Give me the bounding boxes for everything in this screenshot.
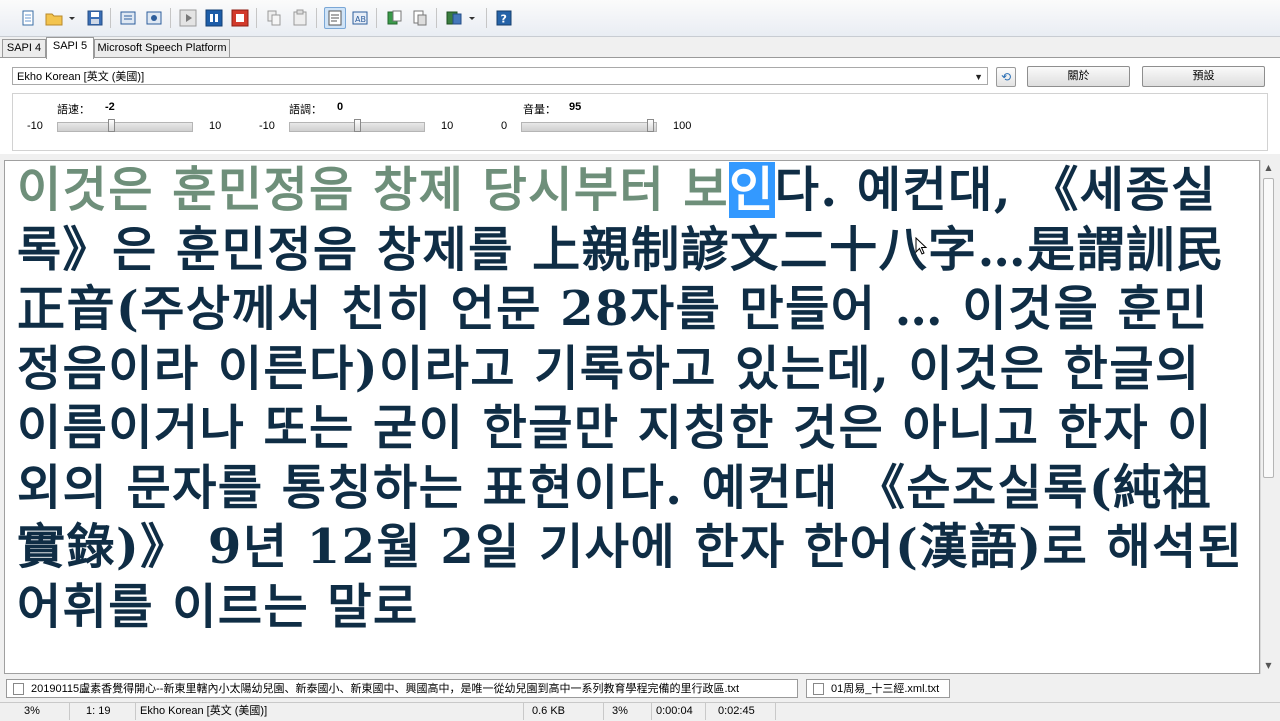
- status-voice: Ekho Korean [英文 (美國)]: [136, 703, 524, 720]
- text-file-icon: [13, 683, 24, 695]
- volume-min: 0: [501, 120, 508, 132]
- speed-slider-thumb[interactable]: [108, 119, 115, 132]
- stop-icon[interactable]: [230, 8, 250, 28]
- svg-text:AB: AB: [355, 15, 366, 24]
- status-percent: 3%: [0, 703, 70, 720]
- chevron-down-icon[interactable]: [466, 8, 478, 28]
- volume-value: 95: [569, 101, 582, 113]
- speed-label: 語速：: [57, 104, 90, 116]
- volume-slider-track[interactable]: [521, 122, 657, 132]
- volume-slider-thumb[interactable]: [647, 119, 654, 132]
- tab-sapi4[interactable]: SAPI 4: [2, 39, 46, 57]
- text-file-icon: [813, 683, 824, 695]
- paste-icon[interactable]: [290, 8, 310, 28]
- speed-slider-track[interactable]: [57, 122, 193, 132]
- doc-tab-1-label: 20190115盧素香覺得開心--新東里轄內小太陽幼兒園、新泰國小、新東國中、興…: [31, 683, 740, 695]
- status-elapsed: 0:00:04: [652, 703, 706, 720]
- save-icon[interactable]: [85, 8, 105, 28]
- tab-sapi5[interactable]: SAPI 5: [46, 37, 94, 59]
- pitch-label: 語調：: [289, 104, 322, 116]
- about-button[interactable]: 關於: [1027, 66, 1130, 87]
- toolbar: AB ?: [0, 0, 1280, 37]
- open-dropdown-icon[interactable]: [66, 8, 78, 28]
- export-icon[interactable]: [384, 8, 404, 28]
- status-bar: 3% 1: 19 Ekho Korean [英文 (美國)] 0.6 KB 3%…: [0, 702, 1280, 721]
- scrollbar-thumb[interactable]: [1263, 178, 1274, 478]
- svg-text:?: ?: [501, 13, 507, 26]
- vertical-scrollbar[interactable]: ▲ ▼: [1260, 160, 1276, 674]
- refresh-icon[interactable]: ⟲: [996, 67, 1016, 87]
- open-folder-icon[interactable]: [44, 8, 64, 28]
- status-progress: 3%: [604, 703, 652, 720]
- read-aloud-alt-icon[interactable]: [144, 8, 164, 28]
- import-icon[interactable]: [410, 8, 430, 28]
- mouse-pointer-icon: [915, 237, 928, 255]
- remaining-text: 다. 예컨대, 《세종실록》은 훈민정음 창제를 上親制諺文二十八字…是謂訓民正…: [17, 162, 1260, 635]
- clipboard-monitor-icon[interactable]: [444, 8, 464, 28]
- spoken-text: 이것은 훈민정음 창제 당시부터 보: [17, 162, 730, 218]
- scroll-down-icon[interactable]: ▼: [1261, 658, 1276, 674]
- voice-select[interactable]: Ekho Korean [英文 (美國)] ▼: [12, 67, 988, 85]
- read-aloud-icon[interactable]: [118, 8, 138, 28]
- default-button[interactable]: 預設: [1142, 66, 1265, 87]
- speed-value: -2: [105, 101, 115, 113]
- doc-tab-2[interactable]: 01周易_十三經.xml.txt: [806, 679, 950, 698]
- tab-microsoft-speech-platform[interactable]: Microsoft Speech Platform: [94, 39, 230, 57]
- document-tabs: 20190115盧素香覺得開心--新東里轄內小太陽幼兒園、新泰國小、新東國中、興…: [0, 676, 1280, 700]
- current-word-highlight: 인: [729, 162, 775, 218]
- chevron-down-icon: ▼: [974, 72, 983, 82]
- editor-text: 이것은 훈민정음 창제 당시부터 보인다. 예컨대, 《세종실록》은 훈민정음 …: [17, 161, 1253, 637]
- status-position: 1: 19: [70, 703, 136, 720]
- pitch-value: 0: [337, 101, 344, 113]
- text-view-icon[interactable]: [324, 7, 346, 29]
- doc-tab-1[interactable]: 20190115盧素香覺得開心--新東里轄內小太陽幼兒園、新泰國小、新東國中、興…: [6, 679, 798, 698]
- scroll-up-icon[interactable]: ▲: [1261, 160, 1276, 176]
- doc-tab-2-label: 01周易_十三經.xml.txt: [831, 683, 940, 695]
- new-file-icon[interactable]: [18, 8, 38, 28]
- engine-tabs: SAPI 4 SAPI 5 Microsoft Speech Platform: [0, 37, 1280, 59]
- speed-max: 10: [209, 120, 222, 132]
- volume-label: 音量：: [523, 104, 556, 116]
- help-icon[interactable]: ?: [494, 8, 514, 28]
- voice-panel: Ekho Korean [英文 (美國)] ▼ ⟲ 關於 預設 語速： -2 -…: [0, 58, 1280, 154]
- play-icon[interactable]: [178, 8, 198, 28]
- pause-icon[interactable]: [204, 8, 224, 28]
- copy-icon[interactable]: [264, 8, 284, 28]
- pitch-min: -10: [259, 120, 275, 132]
- pitch-slider-thumb[interactable]: [354, 119, 361, 132]
- volume-max: 100: [673, 120, 692, 132]
- voice-settings-group: 語速： -2 -10 10 語調： 0 -10 10 音量： 95 0 100: [12, 93, 1268, 151]
- speed-min: -10: [27, 120, 43, 132]
- status-size: 0.6 KB: [524, 703, 604, 720]
- status-total: 0:02:45: [706, 703, 776, 720]
- voice-select-value: Ekho Korean [英文 (美國)]: [17, 71, 145, 83]
- text-editor[interactable]: 이것은 훈민정음 창제 당시부터 보인다. 예컨대, 《세종실록》은 훈민정음 …: [4, 160, 1260, 674]
- text-format-icon[interactable]: AB: [350, 8, 370, 28]
- pitch-max: 10: [441, 120, 454, 132]
